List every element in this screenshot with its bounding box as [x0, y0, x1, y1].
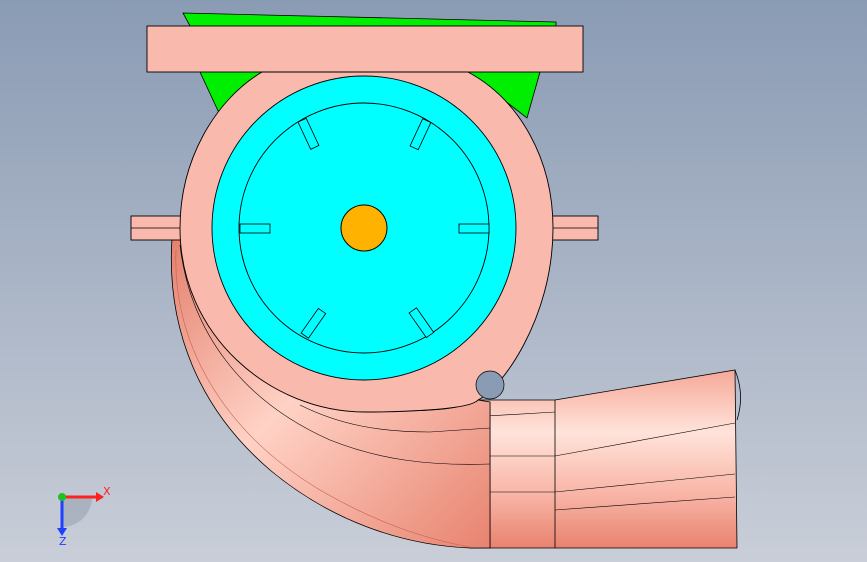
- shaft: [340, 204, 388, 252]
- top-flange: [146, 25, 584, 73]
- casing-notch: [475, 370, 505, 400]
- y-axis-dot: [58, 493, 66, 501]
- z-axis-label: Z: [59, 535, 67, 548]
- cad-viewport[interactable]: X Z: [0, 0, 867, 562]
- blade-slot-right: [458, 223, 490, 234]
- x-axis-label: X: [103, 485, 111, 498]
- blade-slot-left: [239, 223, 271, 234]
